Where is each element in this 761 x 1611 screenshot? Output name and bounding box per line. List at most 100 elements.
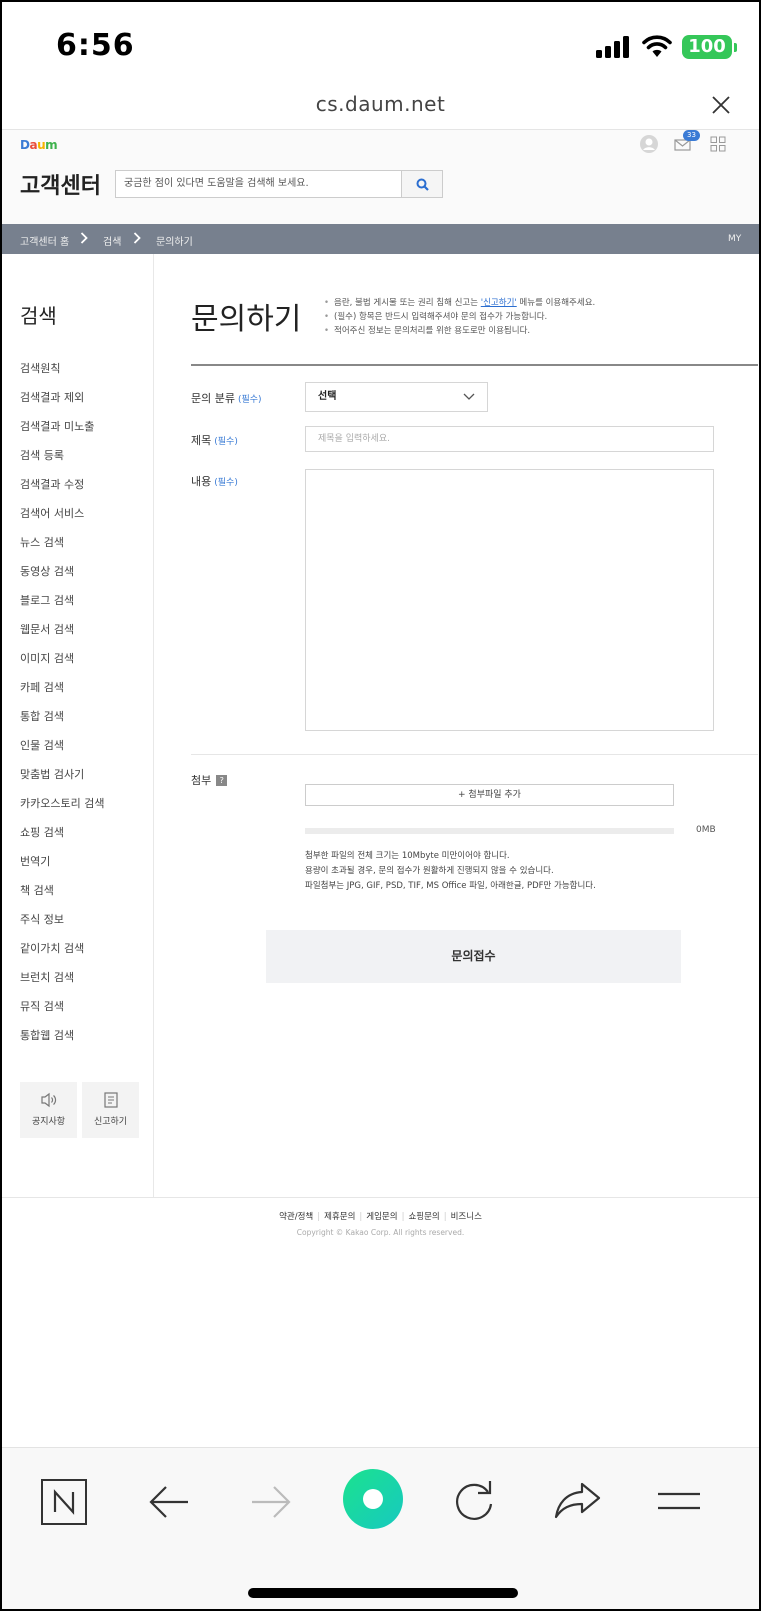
sidebar-item[interactable]: 웹문서 검색: [20, 621, 104, 650]
apps-grid-icon[interactable]: [710, 136, 726, 152]
sidebar-item[interactable]: 같이가치 검색: [20, 940, 104, 969]
notice-button[interactable]: 공지사항: [20, 1082, 77, 1138]
sidebar-menu: 검색원칙 검색결과 제외 검색결과 미노출 검색 등록 검색결과 수정 검색어 …: [20, 360, 104, 1056]
attachment-size: 0MB: [696, 825, 716, 835]
status-bar: 6:56 100: [2, 2, 759, 92]
sidebar-item[interactable]: 동영상 검색: [20, 563, 104, 592]
footer-link[interactable]: 제휴문의: [313, 1212, 355, 1222]
daum-logo[interactable]: Daum: [20, 138, 58, 152]
search-button[interactable]: [401, 170, 443, 198]
footer-divider: [2, 1197, 759, 1198]
note-line: 파일첨부는 JPG, GIF, PSD, TIF, MS Office 파일, …: [305, 881, 596, 891]
required-mark: (필수): [214, 437, 238, 447]
required-mark: (필수): [214, 478, 238, 488]
sidebar-item[interactable]: 검색결과 제외: [20, 389, 104, 418]
sidebar-item[interactable]: 쇼핑 검색: [20, 824, 104, 853]
submit-inquiry-button[interactable]: 문의접수: [266, 930, 681, 983]
footer-link[interactable]: 게임문의: [355, 1212, 397, 1222]
content-label: 내용 (필수): [191, 473, 238, 489]
status-time: 6:56: [56, 28, 135, 63]
subject-input[interactable]: 제목을 입력하세요.: [305, 426, 714, 452]
sidebar-item[interactable]: 검색결과 수정: [20, 476, 104, 505]
sidebar-item[interactable]: 검색결과 미노출: [20, 418, 104, 447]
sidebar-item[interactable]: 뉴스 검색: [20, 534, 104, 563]
attachment-notes: 첨부한 파일의 전체 크기는 10Mbyte 미만이어야 합니다. 용량이 초과…: [305, 849, 596, 894]
copyright: Copyright © Kakao Corp. All rights reser…: [296, 1228, 465, 1237]
category-select[interactable]: 선택: [305, 382, 488, 412]
sidebar-item[interactable]: 번역기: [20, 853, 104, 882]
mail-badge: 33: [683, 130, 700, 141]
sidebar: 검색 검색원칙 검색결과 제외 검색결과 미노출 검색 등록 검색결과 수정 검…: [2, 254, 154, 1197]
content-textarea[interactable]: [305, 469, 714, 731]
menu-icon[interactable]: [656, 1490, 702, 1512]
sidebar-item[interactable]: 인물 검색: [20, 737, 104, 766]
cellular-signal-icon: [596, 36, 629, 58]
breadcrumb-current: 문의하기: [156, 237, 193, 248]
url-text[interactable]: cs.daum.net: [2, 92, 759, 116]
sidebar-item[interactable]: 블로그 검색: [20, 592, 104, 621]
report-button[interactable]: 신고하기: [82, 1082, 139, 1138]
sidebar-item[interactable]: 맞춤법 검사기: [20, 766, 104, 795]
note-line: 용량이 초과될 경우, 문의 접수가 원활하게 진행되지 않을 수 있습니다.: [305, 866, 554, 876]
sidebar-item[interactable]: 검색 등록: [20, 447, 104, 476]
footer-link[interactable]: 쇼핑문의: [398, 1212, 440, 1222]
breadcrumb-search[interactable]: 검색: [103, 233, 121, 248]
notice-label: 공지사항: [31, 1117, 66, 1127]
help-icon[interactable]: ?: [216, 775, 228, 786]
close-icon[interactable]: [710, 94, 732, 116]
user-icon[interactable]: [639, 134, 659, 154]
label-text: 내용: [191, 475, 212, 488]
breadcrumb-home[interactable]: 고객센터 홈: [20, 233, 69, 248]
site-header: Daum 33 고객센터 궁금한 점이 있다면 도움말을 검색해 보세요.: [2, 130, 759, 224]
help-search-input[interactable]: 궁금한 점이 있다면 도움말을 검색해 보세요.: [115, 170, 402, 198]
browser-toolbar: [2, 1447, 759, 1609]
sidebar-item[interactable]: 통합웹 검색: [20, 1027, 104, 1056]
notice-text: 음란, 불법 게시물 또는 권리 침해 신고는: [334, 298, 481, 308]
divider: [191, 364, 758, 366]
attachment-size-bar: [305, 828, 674, 834]
sidebar-item[interactable]: 주식 정보: [20, 911, 104, 940]
forward-arrow-icon[interactable]: [250, 1484, 292, 1520]
chevron-down-icon: [463, 393, 475, 400]
report-label: 신고하기: [93, 1117, 128, 1127]
attach-label: 첨부?: [191, 772, 228, 788]
footer-links: 약관/정책제휴문의게임문의쇼핑문의비즈니스: [2, 1210, 759, 1222]
sidebar-item[interactable]: 뮤직 검색: [20, 998, 104, 1027]
naver-home-icon[interactable]: [40, 1478, 88, 1526]
sidebar-item[interactable]: 검색원칙: [20, 360, 104, 389]
subject-label: 제목 (필수): [191, 432, 238, 448]
report-link[interactable]: '신고하기': [481, 298, 517, 308]
sidebar-item[interactable]: 브런치 검색: [20, 969, 104, 998]
add-attachment-button[interactable]: + 첨부파일 추가: [305, 784, 674, 806]
breadcrumb: 고객센터 홈 검색 문의하기 MY: [2, 224, 759, 254]
sidebar-item[interactable]: 카페 검색: [20, 679, 104, 708]
green-dot-icon[interactable]: [342, 1468, 404, 1530]
notice-item: (필수) 항목은 반드시 입력해주셔야 문의 접수가 가능합니다.: [324, 310, 595, 324]
sidebar-item[interactable]: 검색어 서비스: [20, 505, 104, 534]
phone-screen: 6:56 100 cs.daum.net Daum 33 고객센터 궁금한 점이…: [0, 0, 761, 1611]
battery-indicator: 100: [682, 35, 737, 59]
wifi-icon: [642, 35, 672, 57]
sidebar-title: 검색: [20, 304, 57, 328]
sidebar-item[interactable]: 카카오스토리 검색: [20, 795, 104, 824]
search-icon: [416, 178, 429, 191]
select-value: 선택: [318, 391, 337, 402]
share-icon[interactable]: [554, 1480, 602, 1520]
back-arrow-icon[interactable]: [148, 1484, 190, 1520]
sidebar-item[interactable]: 이미지 검색: [20, 650, 104, 679]
footer-link[interactable]: 비즈니스: [440, 1212, 482, 1222]
sidebar-item[interactable]: 통합 검색: [20, 708, 104, 737]
document-icon: [103, 1092, 118, 1108]
notice-list: 음란, 불법 게시물 또는 권리 침해 신고는 '신고하기' 메뉴를 이용해주세…: [324, 296, 595, 338]
footer-link[interactable]: 약관/정책: [279, 1212, 313, 1222]
browser-url-bar[interactable]: cs.daum.net: [2, 92, 759, 130]
required-mark: (필수): [237, 395, 262, 405]
sidebar-item[interactable]: 책 검색: [20, 882, 104, 911]
reload-icon[interactable]: [452, 1478, 496, 1522]
page-title: 문의하기: [191, 302, 302, 337]
customer-center-title[interactable]: 고객센터: [20, 168, 101, 200]
my-link[interactable]: MY: [728, 234, 741, 244]
label-text: 제목: [191, 434, 212, 447]
notice-item: 음란, 불법 게시물 또는 권리 침해 신고는 '신고하기' 메뉴를 이용해주세…: [324, 296, 595, 310]
home-indicator[interactable]: [248, 1588, 518, 1598]
